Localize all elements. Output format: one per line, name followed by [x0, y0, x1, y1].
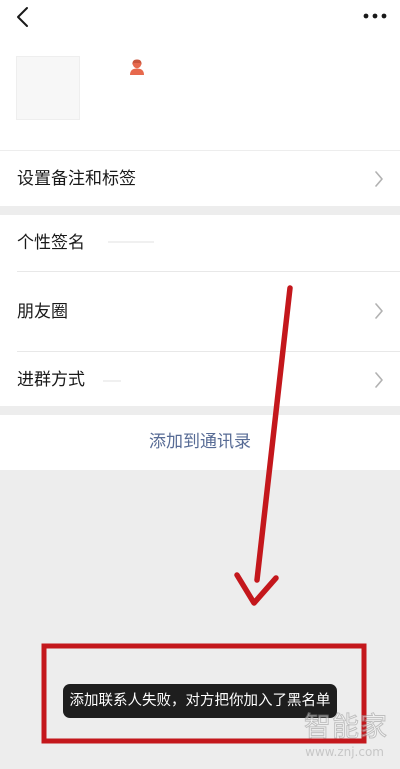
group-method-value-redacted: [103, 380, 121, 382]
female-person-icon: [128, 58, 146, 76]
info-section: 个性签名 朋友圈 进群方式: [0, 215, 400, 406]
signature-row: 个性签名: [0, 215, 400, 271]
add-to-contacts-button[interactable]: 添加到通讯录: [0, 415, 400, 470]
avatar[interactable]: [16, 56, 80, 120]
group-method-row[interactable]: 进群方式: [0, 352, 400, 406]
more-options-button[interactable]: [360, 8, 390, 24]
watermark-url: www.znj.com: [305, 745, 384, 759]
signature-value-redacted: [108, 241, 154, 243]
more-dots-icon: [363, 13, 387, 19]
remark-section: 设置备注和标签: [0, 151, 400, 206]
moments-label: 朋友圈: [17, 302, 68, 322]
moments-row[interactable]: 朋友圈: [0, 272, 400, 351]
chevron-right-icon: [375, 303, 383, 319]
watermark-logo: 智能家 www.znj.com: [283, 712, 388, 766]
signature-label: 个性签名: [17, 233, 85, 253]
set-remark-label: 设置备注和标签: [17, 169, 136, 189]
set-remark-row[interactable]: 设置备注和标签: [0, 151, 400, 206]
watermark-text: 智能家: [304, 712, 388, 744]
chevron-right-icon: [375, 372, 383, 388]
chevron-left-icon: [17, 7, 28, 27]
back-button[interactable]: [10, 6, 36, 28]
profile-header: [0, 0, 400, 150]
group-method-label: 进群方式: [17, 370, 85, 390]
chevron-right-icon: [375, 171, 383, 187]
